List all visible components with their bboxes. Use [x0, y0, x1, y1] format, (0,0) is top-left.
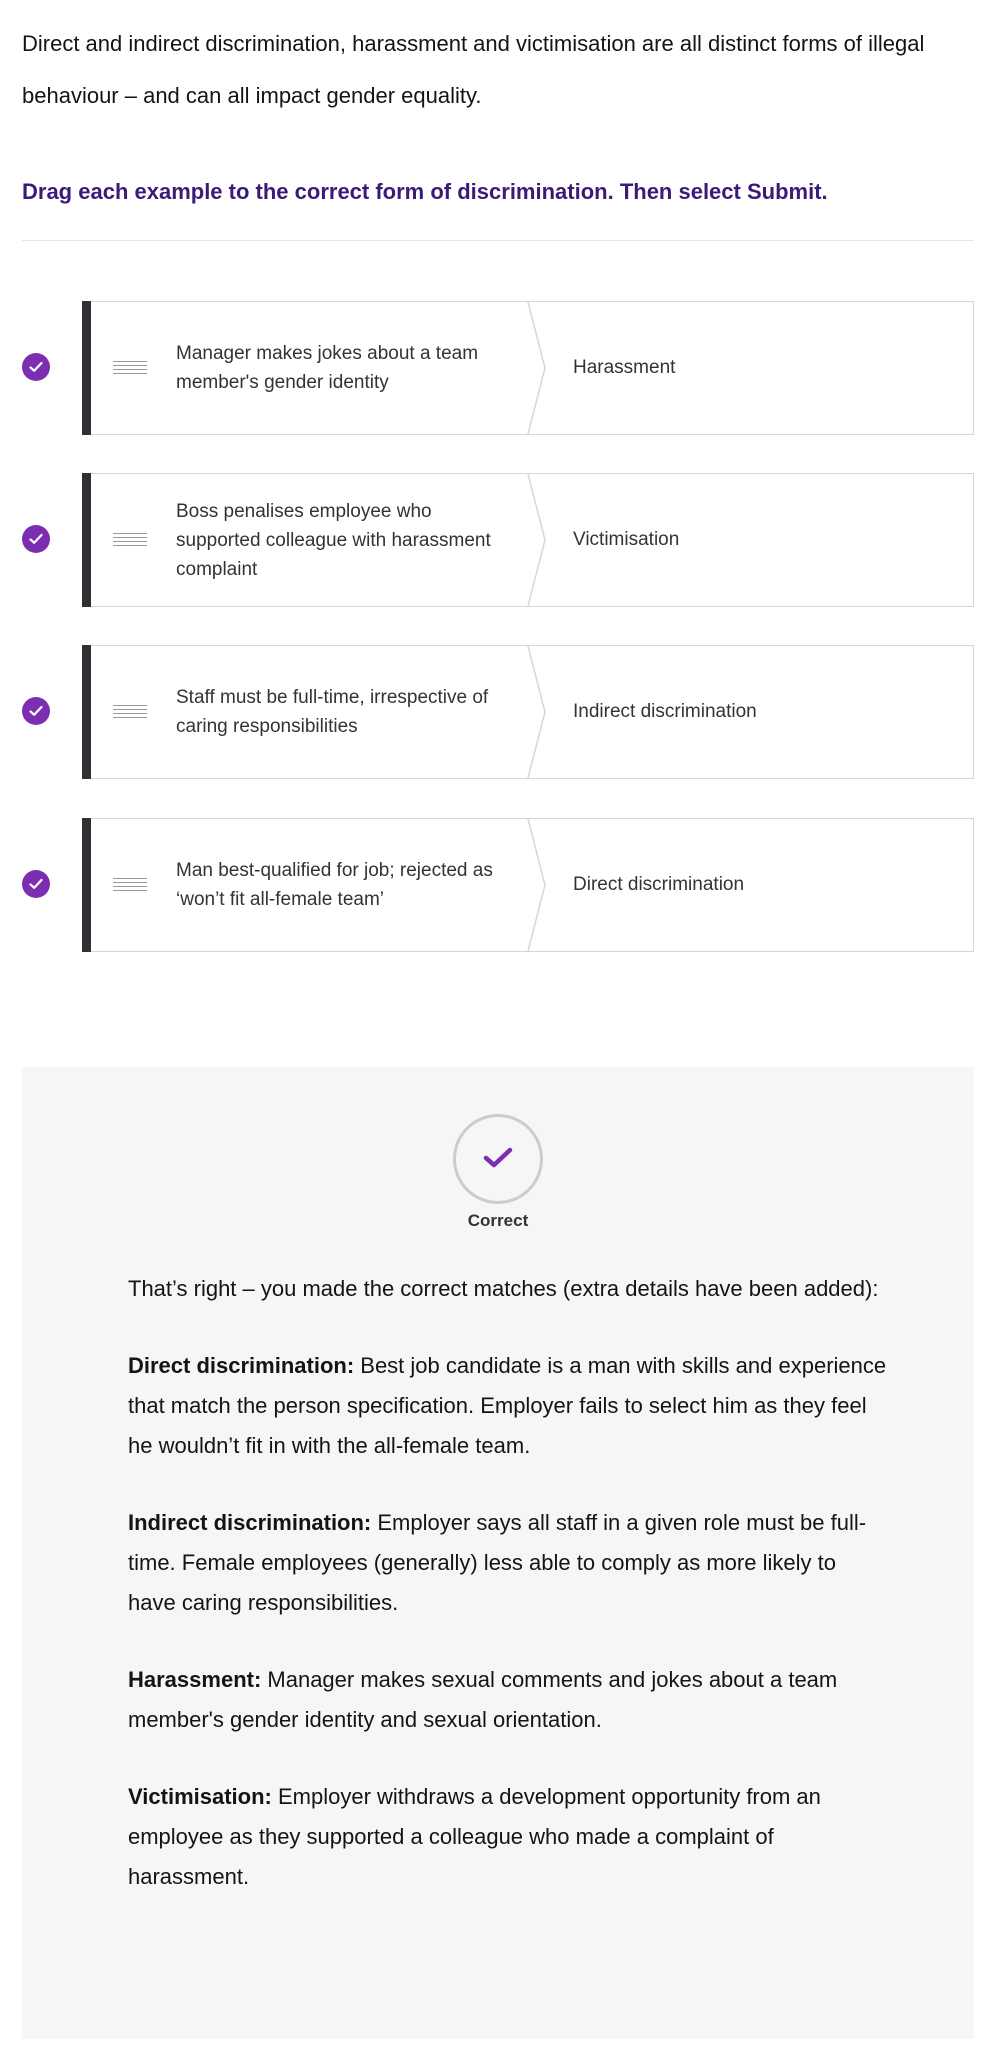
card-accent-bar — [82, 818, 91, 952]
match-row: Staff must be full-time, irrespective of… — [0, 645, 999, 779]
draggable-example[interactable]: Boss penalises employee who supported co… — [91, 474, 531, 606]
feedback-body: That’s right – you made the correct matc… — [128, 1269, 888, 1934]
chevron-divider-icon — [527, 819, 546, 951]
feedback-term: Victimisation: — [128, 1784, 272, 1809]
example-text: Boss penalises employee who supported co… — [176, 500, 491, 580]
drag-handle-icon[interactable] — [113, 533, 147, 547]
feedback-item: Indirect discrimination: Employer says a… — [128, 1503, 888, 1623]
feedback-term: Harassment: — [128, 1667, 262, 1692]
drop-target-label: Victimisation — [573, 529, 680, 550]
chevron-divider-icon — [527, 646, 546, 778]
intro-text: Direct and indirect discrimination, hara… — [22, 31, 925, 108]
drop-target-label: Indirect discrimination — [573, 701, 757, 722]
feedback-item: Harassment: Manager makes sexual comment… — [128, 1660, 888, 1740]
check-icon — [22, 870, 50, 898]
check-icon — [22, 525, 50, 553]
feedback-intro: That’s right – you made the correct matc… — [128, 1276, 879, 1301]
check-icon — [22, 697, 50, 725]
drop-target-label: Direct discrimination — [573, 874, 745, 895]
drag-handle-icon[interactable] — [113, 361, 147, 375]
example-text: Manager makes jokes about a team member'… — [176, 343, 479, 393]
draggable-example[interactable]: Man best-qualified for job; rejected as … — [91, 819, 531, 951]
match-row: Manager makes jokes about a team member'… — [0, 301, 999, 435]
chevron-divider-icon — [527, 302, 546, 434]
card-accent-bar — [82, 301, 91, 435]
match-row: Boss penalises employee who supported co… — [0, 473, 999, 607]
feedback-term: Direct discrimination: — [128, 1353, 355, 1378]
feedback-item: Victimisation: Employer withdraws a deve… — [128, 1777, 888, 1897]
feedback-panel: Correct That’s right – you made the corr… — [22, 1067, 974, 2039]
match-row: Man best-qualified for job; rejected as … — [0, 818, 999, 952]
result-label: Correct — [467, 1211, 529, 1230]
instruction-text: Drag each example to the correct form of… — [22, 179, 828, 204]
draggable-example[interactable]: Staff must be full-time, irrespective of… — [91, 646, 531, 778]
card-accent-bar — [82, 473, 91, 607]
draggable-example[interactable]: Manager makes jokes about a team member'… — [91, 302, 531, 434]
drop-target-label: Harassment — [573, 357, 676, 378]
drag-handle-icon[interactable] — [113, 878, 147, 892]
checkmark-icon — [453, 1114, 543, 1204]
example-text: Man best-qualified for job; rejected as … — [176, 860, 493, 910]
feedback-item: Direct discrimination: Best job candidat… — [128, 1346, 888, 1466]
check-icon — [22, 353, 50, 381]
feedback-term: Indirect discrimination: — [128, 1510, 372, 1535]
card-accent-bar — [82, 645, 91, 779]
divider — [22, 240, 974, 241]
chevron-divider-icon — [527, 474, 546, 606]
example-text: Staff must be full-time, irrespective of… — [176, 687, 489, 737]
drag-handle-icon[interactable] — [113, 705, 147, 719]
